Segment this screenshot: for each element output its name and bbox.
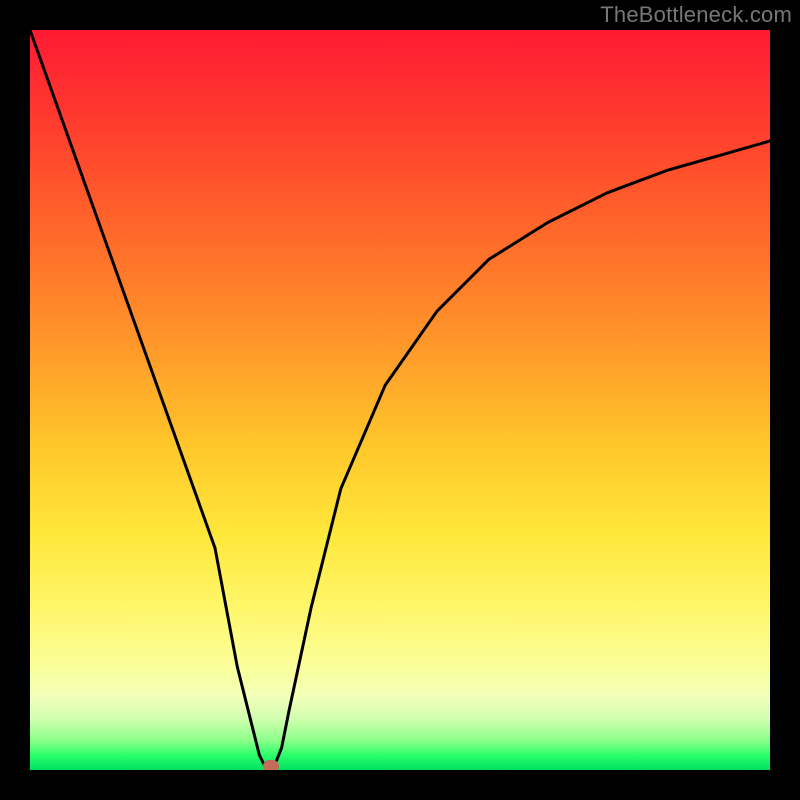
optimal-point-marker (263, 760, 279, 770)
bottleneck-curve (30, 30, 770, 770)
chart-frame: TheBottleneck.com (0, 0, 800, 800)
watermark-text: TheBottleneck.com (600, 2, 792, 28)
plot-area (30, 30, 770, 770)
